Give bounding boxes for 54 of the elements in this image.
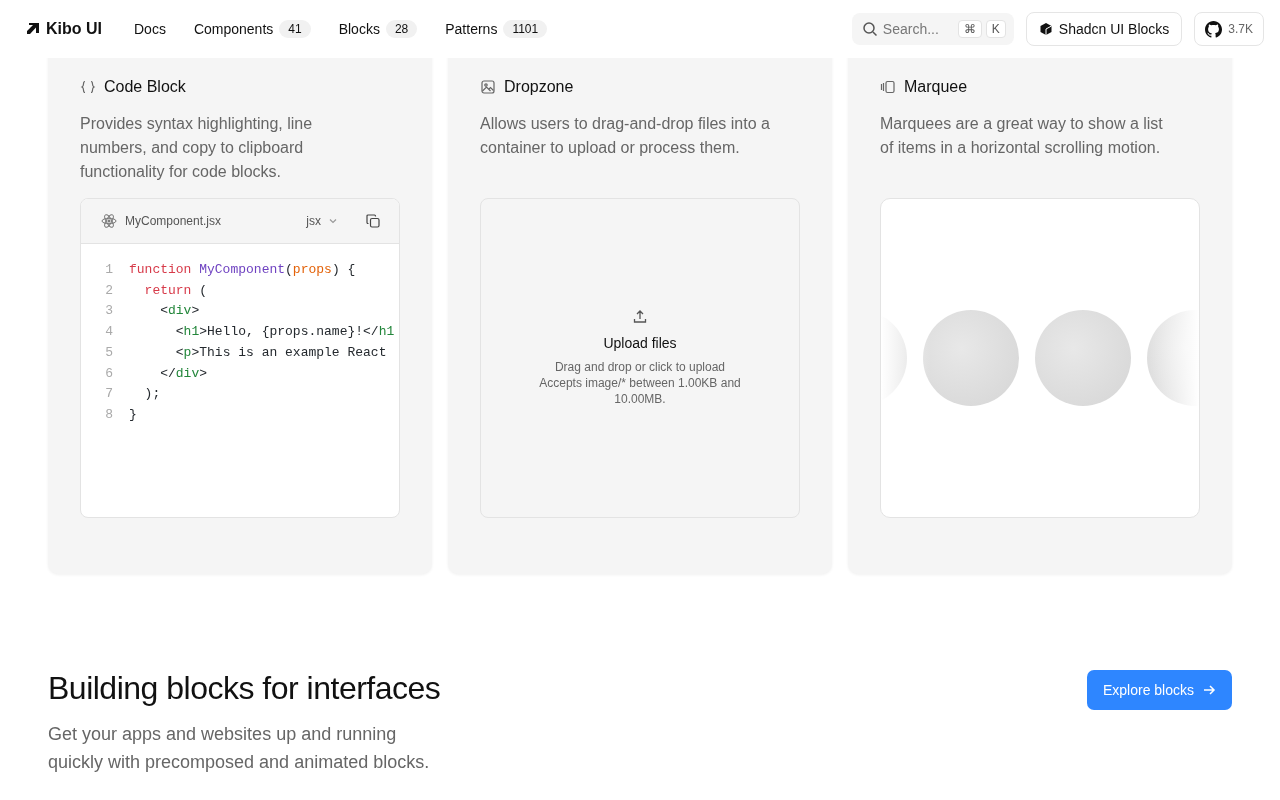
- search-icon: [861, 21, 878, 37]
- line-number: 7: [104, 385, 114, 404]
- nav-link[interactable]: Components 41: [193, 20, 311, 38]
- braces-icon: [80, 79, 96, 95]
- card-description: Allows users to drag-and-drop files into a container to upload or process them.: [480, 114, 771, 158]
- section-description: Get your apps and websites up and running quickly with precomposed and animated blocks.: [48, 723, 431, 774]
- nav-link[interactable]: Patterns 1101: [445, 20, 548, 38]
- card-title: Marquee: [904, 78, 968, 96]
- card-title: Code Block: [104, 78, 186, 96]
- card-title: Dropzone: [504, 78, 574, 96]
- atom-icon: [101, 213, 117, 229]
- shortcut-key: ⌘: [957, 20, 982, 38]
- upload-icon: [632, 309, 648, 325]
- blocks-button[interactable]: Shadcn UI Blocks: [1025, 12, 1183, 46]
- line-number: 5: [104, 343, 114, 362]
- explore-button[interactable]: Explore blocks: [1086, 670, 1232, 710]
- line-number: 2: [104, 281, 114, 300]
- line-number: 6: [104, 364, 114, 383]
- shortcut-key: K: [985, 20, 1006, 38]
- file-name: MyComponent.jsx: [125, 214, 223, 228]
- code-line: function MyComponent(props) {: [129, 261, 356, 279]
- line-number: 1: [104, 261, 114, 279]
- code-line: <div>: [159, 302, 200, 321]
- logo-text: Kibo UI: [46, 20, 102, 38]
- nav-link[interactable]: Blocks 28: [338, 20, 418, 38]
- code-line: );: [143, 385, 161, 404]
- cube-icon: [1038, 22, 1053, 36]
- slides-icon: [880, 79, 896, 95]
- code-line: }: [129, 405, 137, 424]
- count-badge: 28: [385, 20, 418, 38]
- arrow-right-icon: [1202, 683, 1216, 697]
- github-button[interactable]: 3.7K: [1194, 12, 1264, 46]
- dropzone-area[interactable]: Upload files Drag and drop or click to upload Accepts image/* between 1.00KB and 10.00MB.: [480, 198, 800, 518]
- code-line: <h1>Hello, {props.name}!</h1: [174, 323, 395, 342]
- dropzone-heading: Upload files: [603, 335, 677, 351]
- logo-icon: [26, 22, 40, 36]
- count-badge: 41: [279, 20, 311, 38]
- line-number: 8: [104, 405, 114, 424]
- section-heading: Building blocks for interfaces: [48, 670, 442, 706]
- language-select[interactable]: jsx: [302, 210, 343, 232]
- copy-icon: [365, 213, 381, 229]
- line-number: 4: [104, 323, 114, 342]
- dropzone-limits: Accepts image/* between 1.00KB and 10.00MB.: [538, 375, 742, 407]
- github-icon: [1205, 20, 1223, 38]
- card-description: Provides syntax highlighting, line numbers, and copy to clipboard functionality for code blocks.: [80, 114, 314, 182]
- image-icon: [480, 79, 496, 95]
- line-number: 3: [104, 302, 114, 321]
- code-line: return (: [143, 281, 208, 300]
- code-line: </div>: [159, 364, 208, 383]
- card-description: Marquees are a great way to show a list of items in a horizontal scrolling motion.: [880, 114, 1164, 158]
- dropzone-hint: Drag and drop or click to upload: [554, 359, 726, 375]
- nav-link[interactable]: Docs: [134, 21, 166, 37]
- code-line: <p>This is an example React: [174, 343, 387, 362]
- count-badge: 1101: [503, 20, 548, 38]
